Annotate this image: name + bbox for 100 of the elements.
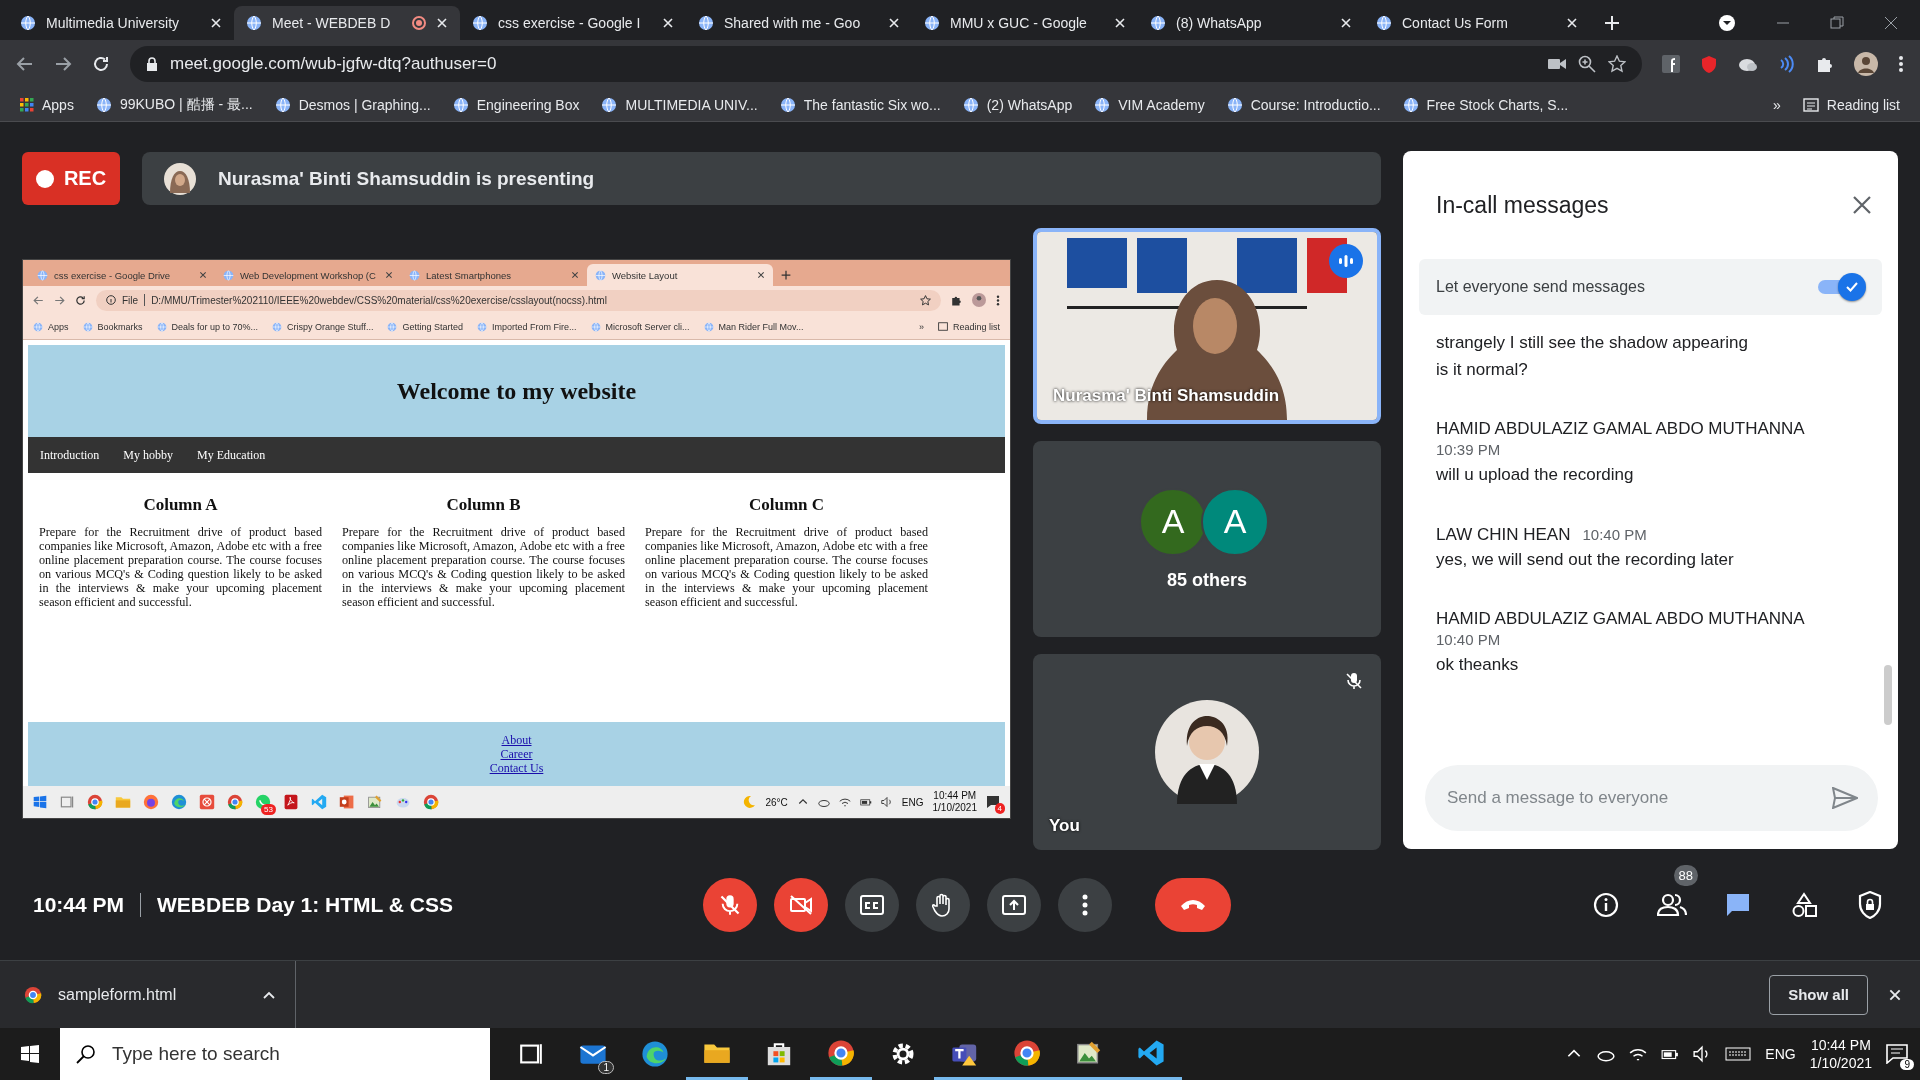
message-box[interactable]: Send a message to everyone [1425, 765, 1878, 831]
browser-tab[interactable]: Web Development Workshop (C [215, 264, 401, 286]
bookmark[interactable]: Man Rider Full Mov... [703, 321, 804, 332]
notification-icon[interactable] [986, 795, 1000, 809]
browser-tab[interactable]: css exercise - Google Drive [29, 264, 215, 286]
back-icon[interactable] [16, 55, 34, 73]
more-options-button[interactable] [1058, 878, 1112, 932]
bookmark[interactable]: Apps [33, 321, 69, 332]
bookmark[interactable]: Getting Started [387, 321, 463, 332]
bookmark[interactable]: Microsoft Server cli... [590, 321, 690, 332]
bookmark[interactable]: The fantastic Six wo... [779, 96, 941, 113]
message-field[interactable]: Send a message to everyone [1445, 787, 1822, 809]
browser-tab[interactable]: Shared with me - Goo [686, 6, 912, 40]
browser-tab[interactable]: css exercise - Google I [460, 6, 686, 40]
footer-link[interactable]: About [501, 733, 532, 747]
bookmark[interactable]: VIM Academy [1094, 96, 1205, 113]
forward-icon[interactable] [54, 55, 72, 73]
clock[interactable]: 10:44 PM 1/10/2021 [1809, 1036, 1872, 1072]
address-bar[interactable]: File D:/MMU/Trimester%202110/IEEE%20webdev/CSS%20material/css%20exercise/csslayout(nocss).html [96, 289, 941, 311]
browser-icon[interactable] [24, 985, 42, 1004]
scrollbar[interactable] [1884, 665, 1892, 725]
camera-button[interactable] [774, 878, 828, 932]
presentation-icon[interactable] [339, 794, 355, 810]
bookmark[interactable]: Deals for up to 70%... [156, 321, 259, 332]
back-icon[interactable] [33, 294, 44, 306]
close-icon[interactable] [757, 271, 765, 279]
close-icon[interactable] [1852, 195, 1872, 215]
menu-icon[interactable] [1898, 55, 1904, 73]
more-bookmarks-button[interactable]: » [918, 321, 924, 332]
bookmark[interactable]: Desmos | Graphing... [274, 96, 431, 113]
reading-list-button[interactable]: Reading list [937, 321, 1000, 332]
tab-search-icon[interactable] [1718, 14, 1736, 32]
star-icon[interactable] [1608, 55, 1626, 73]
browser-tab[interactable]: MMU x GUC - Google [912, 6, 1138, 40]
bookmark[interactable]: MULTIMEDIA UNIV... [601, 96, 758, 113]
blocked-app-icon[interactable] [199, 794, 215, 810]
bookmark[interactable]: Free Stock Charts, S... [1402, 96, 1569, 113]
language-indicator[interactable]: ENG [901, 796, 924, 808]
extension-wave-icon[interactable] [1778, 55, 1796, 73]
pdf-icon[interactable] [283, 794, 299, 810]
wifi-icon[interactable] [838, 796, 851, 808]
nav-link[interactable]: My hobby [123, 447, 173, 463]
browser-tab[interactable]: Website Layout [587, 264, 773, 286]
nav-link[interactable]: Introduction [40, 447, 100, 463]
address-bar[interactable]: meet.google.com/wub-jgfw-dtq?authuser=0 [130, 46, 1642, 82]
keyboard-icon[interactable] [1725, 1045, 1752, 1063]
bookmark[interactable]: Imported From Fire... [477, 321, 577, 332]
footer-link[interactable]: Career [500, 747, 533, 761]
bookmark[interactable]: Bookmarks [82, 321, 143, 332]
more-bookmarks-button[interactable]: » [1773, 96, 1781, 113]
bookmark[interactable]: (2) WhatsApp [962, 96, 1073, 113]
menu-icon[interactable] [996, 294, 1000, 306]
profile-avatar[interactable] [972, 293, 986, 307]
puzzle-icon[interactable] [951, 294, 962, 306]
send-icon[interactable] [1832, 787, 1858, 809]
extension-shield-icon[interactable] [1700, 55, 1718, 73]
browser-tab[interactable]: Latest Smartphones [401, 264, 587, 286]
site-icon [33, 321, 43, 332]
firefox-icon[interactable] [143, 794, 159, 810]
toggle-switch[interactable] [1816, 273, 1866, 301]
bookmark[interactable]: Engineering Box [452, 96, 580, 113]
language-indicator[interactable]: ENG [1765, 1046, 1796, 1062]
browser-icon[interactable] [827, 1038, 855, 1067]
reload-icon[interactable] [92, 55, 110, 73]
browser-tab[interactable]: (8) WhatsApp [1138, 6, 1364, 40]
present-button[interactable] [987, 878, 1041, 932]
start-icon[interactable] [33, 795, 47, 809]
search-box[interactable]: Type here to search [60, 1028, 490, 1080]
browser-icon[interactable] [1013, 1038, 1041, 1067]
show-all-button[interactable]: Show all [1769, 974, 1868, 1015]
restore-icon[interactable] [1830, 16, 1844, 30]
captions-button[interactable] [845, 878, 899, 932]
profile-avatar[interactable] [1854, 52, 1878, 76]
bookmark[interactable]: Apps [20, 96, 74, 113]
volume-icon[interactable] [880, 796, 893, 808]
star-icon[interactable] [920, 294, 931, 306]
bookmark[interactable]: 99KUBO | 酷播 - 最... [95, 95, 253, 114]
browser-tab[interactable]: Contact Us Form [1364, 6, 1590, 40]
footer-link[interactable]: Contact Us [489, 761, 544, 775]
clock[interactable]: 10:44 PM 1/10/2021 [932, 790, 977, 814]
reading-list-button[interactable]: Reading list [1802, 96, 1900, 113]
battery-icon[interactable] [859, 796, 872, 808]
reload-icon[interactable] [75, 294, 86, 306]
zoom-icon[interactable] [1578, 55, 1596, 73]
edge-icon[interactable] [641, 1040, 669, 1068]
bookmark[interactable]: Course: Introductio... [1226, 96, 1381, 113]
puzzle-icon[interactable] [1816, 55, 1834, 73]
microphone-button[interactable] [703, 878, 757, 932]
nav-link[interactable]: My Education [197, 447, 266, 463]
code-editor-icon[interactable] [1137, 1038, 1165, 1067]
browser-tab[interactable]: Meet - WEBDEB D [234, 6, 460, 40]
browser-tab[interactable]: Multimedia University [8, 6, 234, 40]
bookmark[interactable]: Crispy Orange Stuff... [272, 321, 374, 332]
camera-icon[interactable] [1548, 57, 1566, 71]
raise-hand-button[interactable] [916, 878, 970, 932]
forward-icon[interactable] [54, 294, 65, 306]
extension-f-icon[interactable] [1662, 55, 1680, 73]
shopping-bag-icon[interactable] [765, 1040, 793, 1068]
close-icon[interactable] [1884, 16, 1898, 30]
leave-call-button[interactable] [1155, 878, 1231, 932]
